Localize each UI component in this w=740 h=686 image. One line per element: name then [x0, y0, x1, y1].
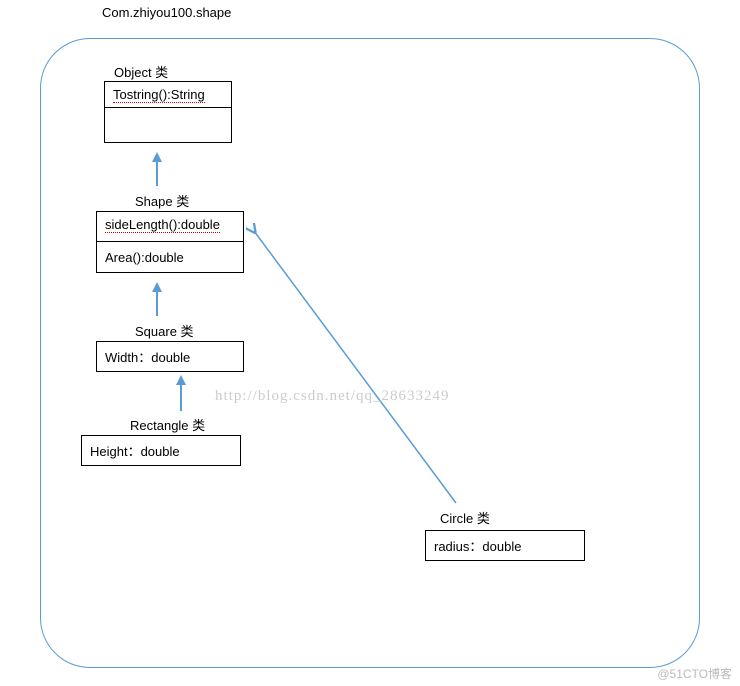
arrow-head-icon: [176, 375, 186, 385]
rectangle-field: Height：double: [82, 436, 240, 465]
circle-field: radius：double: [426, 531, 584, 560]
square-field: Width：double: [97, 342, 243, 371]
square-class-box: Width：double: [96, 341, 244, 372]
object-class-label: Object 类: [114, 62, 168, 81]
shape-method-1: sideLength():double: [97, 212, 243, 242]
rectangle-class-label: Rectangle 类: [130, 415, 205, 434]
square-class-label: Square 类: [135, 321, 194, 340]
object-method: Tostring():String: [105, 82, 231, 108]
inheritance-arrow: [156, 292, 158, 316]
arrow-head-icon: [152, 282, 162, 292]
inheritance-arrow: [180, 385, 182, 411]
footer-attribution: @51CTO博客: [657, 665, 732, 682]
shape-method-2: Area():double: [97, 242, 243, 272]
circle-class-box: radius：double: [425, 530, 585, 561]
shape-class-label: Shape 类: [135, 191, 189, 210]
circle-class-label: Circle 类: [440, 508, 490, 527]
rectangle-class-box: Height：double: [81, 435, 241, 466]
arrow-head-icon: [152, 152, 162, 162]
inheritance-arrow: [156, 162, 158, 186]
package-title: Com.zhiyou100.shape: [102, 5, 231, 20]
object-class-box: Tostring():String: [104, 81, 232, 143]
shape-class-box: sideLength():double Area():double: [96, 211, 244, 273]
object-empty-row: [105, 108, 231, 142]
